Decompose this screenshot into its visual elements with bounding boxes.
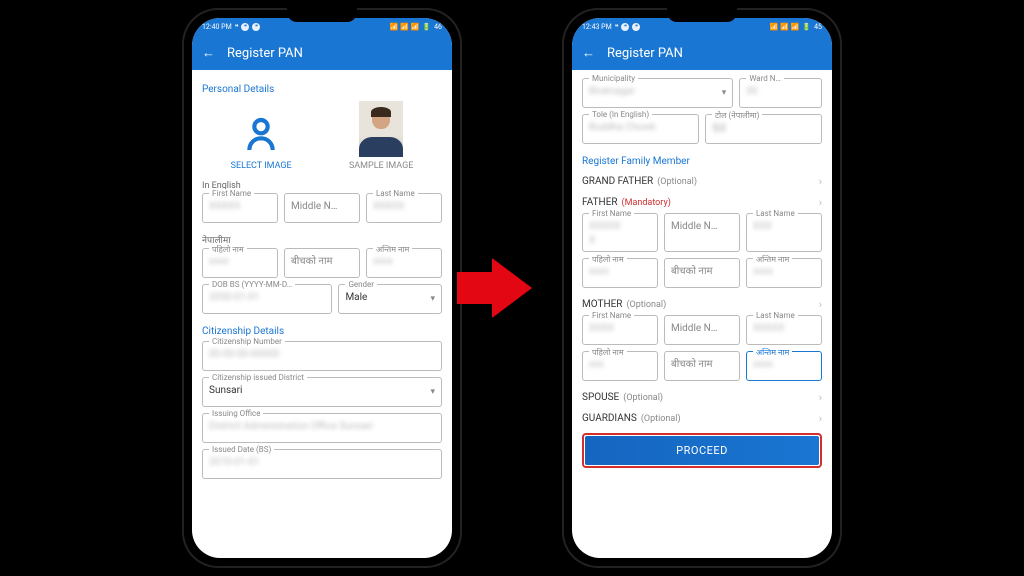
chevron-right-icon: ›	[819, 391, 822, 404]
sample-photo	[359, 101, 403, 157]
phone-frame-right: 12:43 PM ❝ ❝ ❝ 📶 📶 📶 🔋 45 ← Register PAN…	[562, 8, 842, 568]
middle-name-field[interactable]: Middle N…	[284, 193, 360, 223]
mother-first-field[interactable]: First NameXXXX	[582, 315, 658, 345]
status-app-icon: ❝	[241, 23, 249, 31]
issuing-office-field[interactable]: Issuing OfficeDistrict Administration Of…	[202, 413, 442, 443]
net-indicator: 46	[434, 23, 442, 31]
first-name-field[interactable]: First NameXXXXX	[202, 193, 278, 223]
spouse-row[interactable]: SPOUSE(Optional)›	[582, 387, 822, 408]
section-family: Register Family Member	[582, 156, 822, 167]
net-indicator: 45	[814, 23, 822, 31]
phone-notch	[287, 8, 357, 22]
grandfather-row[interactable]: GRAND FATHER(Optional)›	[582, 171, 822, 192]
chevron-down-icon: ▾	[430, 294, 435, 304]
chevron-right-icon: ›	[819, 175, 822, 188]
arrow-right-icon	[492, 258, 532, 318]
appbar: ← Register PAN	[572, 36, 832, 70]
dob-field[interactable]: DOB BS (YYYY-MM-D…2050-01-01	[202, 284, 332, 314]
section-citizenship: Citizenship Details	[202, 326, 442, 337]
sample-image-label: SAMPLE IMAGE	[349, 161, 413, 171]
citizenship-number-field[interactable]: Citizenship Number00-00-00-00000	[202, 341, 442, 371]
father-nepali-last-field[interactable]: अन्तिम नामxxxx	[746, 258, 822, 288]
content-left[interactable]: Personal Details SELECT IMAGE SAMPLE IMA…	[192, 70, 452, 558]
phone-notch	[667, 8, 737, 22]
screen-left: 12:40 PM ❝ ❝ ❝ 📶 📶 📶 🔋 46 ← Register PAN…	[192, 18, 452, 558]
mother-nepali-first-field[interactable]: पहिलो नामxxx	[582, 351, 658, 381]
nepali-middle-field[interactable]: बीचको नाम	[284, 248, 360, 278]
municipality-field[interactable]: MunicipalityBiratnagar▾	[582, 78, 733, 108]
back-icon[interactable]: ←	[582, 45, 595, 61]
guardians-row[interactable]: GUARDIANS(Optional)›	[582, 408, 822, 429]
status-time: 12:40 PM	[202, 23, 232, 31]
quote-icon: ❝	[235, 23, 239, 31]
mother-middle-field[interactable]: Middle N…	[664, 315, 740, 345]
citizenship-district-field[interactable]: Citizenship issued DistrictSunsari▾	[202, 377, 442, 407]
quote-icon: ❝	[615, 23, 619, 31]
status-app-icon: ❝	[632, 23, 640, 31]
appbar-title: Register PAN	[227, 46, 303, 61]
battery-icon: 🔋	[422, 23, 431, 31]
appbar-title: Register PAN	[607, 46, 683, 61]
father-first-field[interactable]: First NameXXXXXX	[582, 213, 658, 252]
last-name-field[interactable]: Last NameXXXXX	[366, 193, 442, 223]
father-nepali-first-field[interactable]: पहिलो नामxxxx	[582, 258, 658, 288]
nepali-last-field[interactable]: अन्तिम नामxxxx	[366, 248, 442, 278]
status-app-icon: ❝	[252, 23, 260, 31]
section-personal-details: Personal Details	[202, 84, 442, 95]
chevron-right-icon: ›	[819, 298, 822, 311]
father-last-field[interactable]: Last NameXXX	[746, 213, 822, 252]
gender-field[interactable]: GenderMale▾	[338, 284, 442, 314]
screen-right: 12:43 PM ❝ ❝ ❝ 📶 📶 📶 🔋 45 ← Register PAN…	[572, 18, 832, 558]
content-right[interactable]: MunicipalityBiratnagar▾ Ward N…00 Tole (…	[572, 70, 832, 558]
chevron-down-icon: ▾	[722, 88, 727, 98]
status-app-icon: ❝	[621, 23, 629, 31]
nepali-first-field[interactable]: पहिलो नामxxxx	[202, 248, 278, 278]
sample-image-display: SAMPLE IMAGE	[349, 101, 413, 171]
chevron-down-icon: ▾	[430, 387, 435, 397]
father-nepali-middle-field[interactable]: बीचको नाम	[664, 258, 740, 288]
tole-english-field[interactable]: Tole (In English)Buddha Chowk	[582, 114, 699, 144]
tole-nepali-field[interactable]: टोल (नेपालीमा)बुद्ध	[705, 114, 822, 144]
select-image-label: SELECT IMAGE	[231, 161, 292, 171]
mother-nepali-middle-field[interactable]: बीचको नाम	[664, 351, 740, 381]
battery-icon: 🔋	[802, 23, 811, 31]
appbar: ← Register PAN	[192, 36, 452, 70]
signal-icon: 📶 📶 📶	[770, 23, 800, 31]
person-placeholder-icon	[239, 113, 283, 157]
phone-frame-left: 12:40 PM ❝ ❝ ❝ 📶 📶 📶 🔋 46 ← Register PAN…	[182, 8, 462, 568]
mother-nepali-last-field[interactable]: अन्तिम नामxxxx	[746, 351, 822, 381]
proceed-button[interactable]: PROCEED	[585, 436, 819, 465]
back-icon[interactable]: ←	[202, 45, 215, 61]
ward-field[interactable]: Ward N…00	[739, 78, 822, 108]
chevron-right-icon: ›	[819, 412, 822, 425]
issued-date-field[interactable]: Issued Date (BS)2070-01-01	[202, 449, 442, 479]
mother-last-field[interactable]: Last NameXXXXX	[746, 315, 822, 345]
chevron-right-icon: ›	[819, 196, 822, 209]
proceed-highlight: PROCEED	[582, 433, 822, 468]
select-image-button[interactable]: SELECT IMAGE	[231, 113, 292, 171]
status-time: 12:43 PM	[582, 23, 612, 31]
signal-icon: 📶 📶 📶	[390, 23, 420, 31]
father-middle-field[interactable]: Middle N…	[664, 213, 740, 252]
